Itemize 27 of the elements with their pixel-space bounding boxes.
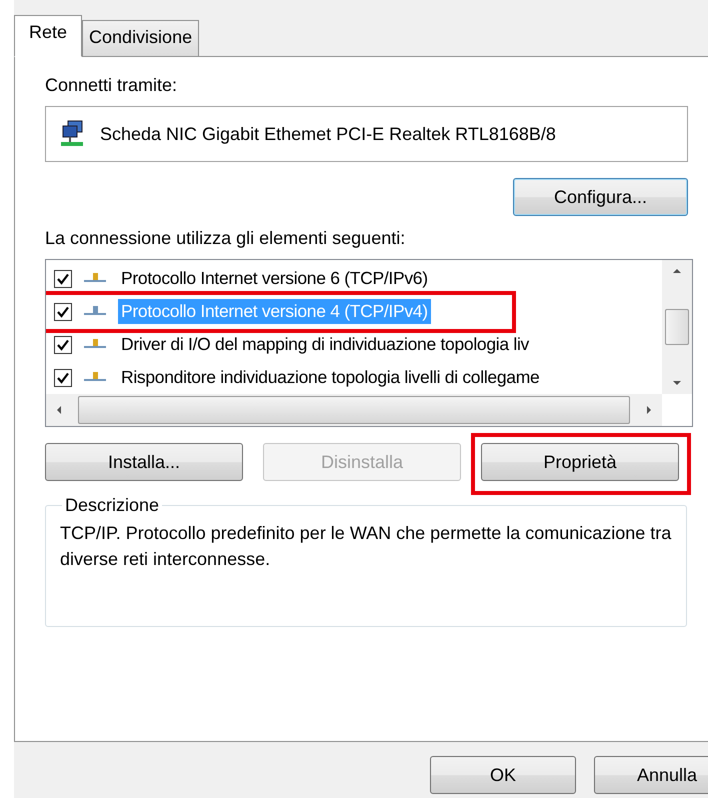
description-title: Descrizione (64, 495, 160, 516)
checkbox[interactable] (54, 270, 72, 288)
scroll-thumb[interactable] (78, 396, 630, 424)
connect-label: Connetti tramite: (45, 75, 178, 96)
items-label: La connessione utilizza gli elementi seguenti: (45, 228, 406, 249)
list-item[interactable]: Risponditore individuazione topologia livelli di collegame (118, 365, 542, 390)
description-text: TCP/IP. Protocollo predefinito per le WAN che permette la comunicazione tra diverse reti interconnesse. (60, 522, 672, 571)
checkbox[interactable] (54, 302, 72, 320)
scroll-down-icon[interactable] (672, 378, 682, 388)
tab[interactable]: Rete (14, 15, 82, 57)
adapter-name: Scheda NIC Gigabit Ethemet PCI-E Realtek RTL8168B/8 (100, 124, 556, 144)
checkbox[interactable] (54, 368, 72, 386)
checkbox[interactable] (54, 336, 72, 354)
list-item[interactable]: Protocollo Internet versione 6 (TCP/IPv6) (118, 266, 431, 291)
dialog-button[interactable]: Annulla (594, 756, 708, 794)
dialog-button[interactable]: OK (430, 756, 576, 794)
horizontal-scrollbar[interactable] (46, 394, 662, 426)
tab[interactable]: Condivisione (82, 20, 200, 56)
scroll-up-icon[interactable] (672, 266, 682, 276)
action-button[interactable]: Proprietà (481, 443, 679, 481)
scroll-thumb[interactable] (665, 309, 689, 345)
scroll-right-icon[interactable] (644, 405, 654, 415)
list-item[interactable]: Driver di I/O del mapping di individuazione topologia liv (118, 332, 532, 357)
network-adapter-icon (60, 120, 86, 148)
configure-button[interactable]: Configura... (513, 178, 688, 216)
vertical-scrollbar[interactable] (662, 260, 692, 394)
action-button[interactable]: Installa... (45, 443, 243, 481)
